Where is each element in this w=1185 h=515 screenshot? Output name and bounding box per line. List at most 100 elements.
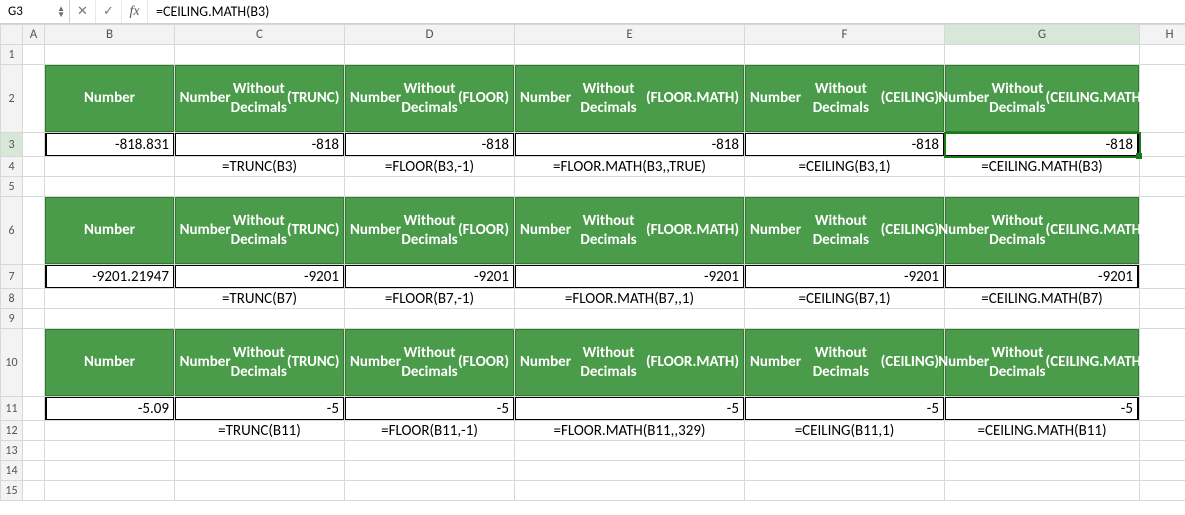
cell-G11[interactable]: -5 (945, 397, 1140, 421)
row-header-12[interactable]: 12 (1, 421, 23, 441)
cell-B14[interactable] (45, 461, 175, 481)
col-header-H[interactable]: H (1140, 25, 1185, 45)
cell-D11[interactable]: -5 (345, 397, 515, 421)
cell-H8[interactable] (1140, 289, 1185, 309)
cell-B13[interactable] (45, 441, 175, 461)
cell-D8[interactable]: =FLOOR(B7,-1) (345, 289, 515, 309)
col-header-A[interactable]: A (23, 25, 45, 45)
cell-G7[interactable]: -9201 (945, 265, 1140, 289)
cell-H2[interactable] (1140, 65, 1185, 133)
cell-H6[interactable] (1140, 197, 1185, 265)
cell-G2[interactable]: NumberWithout Decimals(CEILING.MATH) (945, 65, 1140, 133)
insert-function-button[interactable]: fx (122, 0, 148, 23)
row-header-14[interactable]: 14 (1, 461, 23, 481)
row-header-7[interactable]: 7 (1, 265, 23, 289)
cell-D12[interactable]: =FLOOR(B11,-1) (345, 421, 515, 441)
spreadsheet-grid[interactable]: A B C D E F G H 12NumberNumberWithout De… (0, 24, 1185, 501)
cell-A9[interactable] (23, 309, 45, 329)
cell-F5[interactable] (745, 177, 945, 197)
cell-D7[interactable]: -9201 (345, 265, 515, 289)
cell-F15[interactable] (745, 481, 945, 501)
cell-A6[interactable] (23, 197, 45, 265)
row-header-15[interactable]: 15 (1, 481, 23, 501)
cell-D3[interactable]: -818 (345, 133, 515, 157)
row-header-4[interactable]: 4 (1, 157, 23, 177)
formula-input[interactable]: =CEILING.MATH(B3) (148, 0, 1185, 23)
cell-B8[interactable] (45, 289, 175, 309)
cell-A3[interactable] (23, 133, 45, 157)
cell-C1[interactable] (175, 45, 345, 65)
cell-B1[interactable] (45, 45, 175, 65)
cell-H9[interactable] (1140, 309, 1185, 329)
row-header-9[interactable]: 9 (1, 309, 23, 329)
name-box-stepper[interactable]: ▲ ▼ (57, 6, 65, 18)
cell-D4[interactable]: =FLOOR(B3,-1) (345, 157, 515, 177)
cell-D2[interactable]: NumberWithout Decimals(FLOOR) (345, 65, 515, 133)
cell-G5[interactable] (945, 177, 1140, 197)
cell-B12[interactable] (45, 421, 175, 441)
cell-H3[interactable] (1140, 133, 1185, 157)
cell-E3[interactable]: -818 (515, 133, 745, 157)
accept-formula-button[interactable]: ✓ (96, 0, 122, 23)
cell-E11[interactable]: -5 (515, 397, 745, 421)
col-header-E[interactable]: E (515, 25, 745, 45)
cell-C11[interactable]: -5 (175, 397, 345, 421)
cell-C3[interactable]: -818 (175, 133, 345, 157)
cell-E7[interactable]: -9201 (515, 265, 745, 289)
cell-G1[interactable] (945, 45, 1140, 65)
cell-E15[interactable] (515, 481, 745, 501)
cell-D1[interactable] (345, 45, 515, 65)
cell-F3[interactable]: -818 (745, 133, 945, 157)
cell-B9[interactable] (45, 309, 175, 329)
cell-D13[interactable] (345, 441, 515, 461)
cell-G3[interactable]: -818 (945, 133, 1140, 157)
cell-E1[interactable] (515, 45, 745, 65)
cell-H15[interactable] (1140, 481, 1185, 501)
cell-B4[interactable] (45, 157, 175, 177)
cell-C9[interactable] (175, 309, 345, 329)
cell-D14[interactable] (345, 461, 515, 481)
col-header-G[interactable]: G (945, 25, 1140, 45)
cell-C2[interactable]: NumberWithout Decimals(TRUNC) (175, 65, 345, 133)
cell-D10[interactable]: NumberWithout Decimals(FLOOR) (345, 329, 515, 397)
cell-A2[interactable] (23, 65, 45, 133)
name-box[interactable]: G3 ▲ ▼ (0, 0, 70, 23)
cell-E10[interactable]: NumberWithout Decimals(FLOOR.MATH) (515, 329, 745, 397)
cell-F7[interactable]: -9201 (745, 265, 945, 289)
cell-D15[interactable] (345, 481, 515, 501)
cell-E8[interactable]: =FLOOR.MATH(B7,,1) (515, 289, 745, 309)
fill-handle[interactable] (1136, 153, 1142, 159)
cell-G9[interactable] (945, 309, 1140, 329)
cell-H14[interactable] (1140, 461, 1185, 481)
cell-F2[interactable]: NumberWithout Decimals(CEILING) (745, 65, 945, 133)
cell-D6[interactable]: NumberWithout Decimals(FLOOR) (345, 197, 515, 265)
cell-E6[interactable]: NumberWithout Decimals(FLOOR.MATH) (515, 197, 745, 265)
cell-H5[interactable] (1140, 177, 1185, 197)
cell-B2[interactable]: Number (45, 65, 175, 133)
cell-F10[interactable]: NumberWithout Decimals(CEILING) (745, 329, 945, 397)
cell-H7[interactable] (1140, 265, 1185, 289)
row-header-1[interactable]: 1 (1, 45, 23, 65)
cell-G12[interactable]: =CEILING.MATH(B11) (945, 421, 1140, 441)
cell-A4[interactable] (23, 157, 45, 177)
cell-G13[interactable] (945, 441, 1140, 461)
cell-C13[interactable] (175, 441, 345, 461)
cell-C7[interactable]: -9201 (175, 265, 345, 289)
cell-C14[interactable] (175, 461, 345, 481)
cell-F11[interactable]: -5 (745, 397, 945, 421)
cell-G15[interactable] (945, 481, 1140, 501)
cell-F8[interactable]: =CEILING(B7,1) (745, 289, 945, 309)
cell-C4[interactable]: =TRUNC(B3) (175, 157, 345, 177)
cell-G4[interactable]: =CEILING.MATH(B3) (945, 157, 1140, 177)
cell-C6[interactable]: NumberWithout Decimals(TRUNC) (175, 197, 345, 265)
cell-A7[interactable] (23, 265, 45, 289)
cell-E13[interactable] (515, 441, 745, 461)
cell-A14[interactable] (23, 461, 45, 481)
cell-A15[interactable] (23, 481, 45, 501)
cell-F1[interactable] (745, 45, 945, 65)
cell-H11[interactable] (1140, 397, 1185, 421)
cell-C12[interactable]: =TRUNC(B11) (175, 421, 345, 441)
row-header-11[interactable]: 11 (1, 397, 23, 421)
cell-A11[interactable] (23, 397, 45, 421)
cancel-formula-button[interactable]: ✕ (70, 0, 96, 23)
